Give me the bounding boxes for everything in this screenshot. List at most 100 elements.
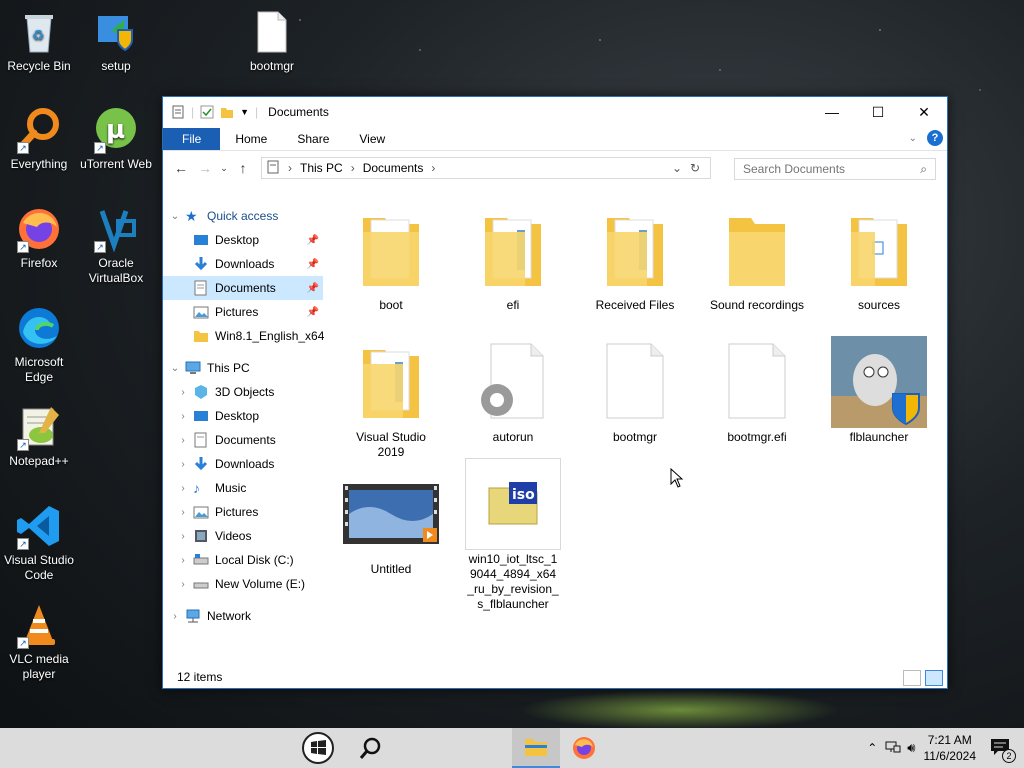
taskbar: ⌃ 🔊︎ 7:21 AM 11/6/2024 2	[0, 728, 1024, 768]
notification-center-button[interactable]: 2	[990, 738, 1016, 763]
nav-pc-pictures[interactable]: › Pictures	[163, 500, 323, 524]
expand-arrow-icon[interactable]: ›	[177, 459, 189, 470]
nav-music[interactable]: › ♪ Music	[163, 476, 323, 500]
nav-qa-win81[interactable]: Win8.1_English_x64	[163, 324, 324, 348]
nav-pc-documents[interactable]: › Documents	[163, 428, 323, 452]
nav-qa-desktop[interactable]: Desktop 📌	[163, 228, 323, 252]
desktop-icon-setup[interactable]: setup	[78, 8, 154, 74]
desktop-icon-vlc[interactable]: ↗ VLC media player	[1, 601, 77, 682]
minimize-button[interactable]: —	[809, 97, 855, 127]
file-item[interactable]: autorun	[465, 336, 561, 445]
desktop-icon-vscode[interactable]: ↗ Visual Studio Code	[1, 502, 77, 583]
file-item[interactable]: Visual Studio 2019	[343, 336, 439, 460]
collapse-arrow-icon[interactable]: ⌄	[169, 363, 181, 374]
tab-share[interactable]: Share	[282, 128, 344, 150]
expand-arrow-icon[interactable]: ›	[177, 507, 189, 518]
file-item[interactable]: efi	[465, 204, 561, 313]
nav-pc-downloads[interactable]: › Downloads	[163, 452, 323, 476]
expand-arrow-icon[interactable]: ›	[169, 611, 181, 622]
recent-locations-button[interactable]: ⌄	[217, 163, 231, 174]
taskbar-file-explorer[interactable]	[512, 728, 560, 768]
nav-qa-documents[interactable]: Documents 📌	[163, 276, 323, 300]
properties-icon[interactable]	[171, 105, 185, 119]
computer-icon	[185, 360, 201, 376]
desktop-icon-bootmgr[interactable]: bootmgr	[234, 8, 310, 74]
desktop-icon-edge[interactable]: Microsoft Edge	[1, 304, 77, 385]
new-folder-icon[interactable]	[220, 105, 234, 119]
status-item-count: 12 items	[177, 670, 223, 684]
videos-icon	[193, 528, 209, 544]
breadcrumb-documents[interactable]: Documents	[363, 161, 424, 175]
nav-pc-desktop[interactable]: › Desktop	[163, 404, 323, 428]
expand-arrow-icon[interactable]: ›	[177, 531, 189, 542]
nav-new-volume[interactable]: › New Volume (E:)	[163, 572, 323, 596]
file-item[interactable]: Received Files	[587, 204, 683, 313]
folder-icon	[343, 204, 439, 296]
file-item[interactable]: boot	[343, 204, 439, 313]
collapse-arrow-icon[interactable]: ⌄	[169, 211, 181, 222]
file-item[interactable]: flblauncher	[831, 336, 927, 445]
search-box[interactable]: ⌕	[734, 158, 936, 180]
nav-videos[interactable]: › Videos	[163, 524, 323, 548]
expand-arrow-icon[interactable]: ›	[177, 435, 189, 446]
nav-qa-downloads[interactable]: Downloads 📌	[163, 252, 323, 276]
expand-ribbon-icon[interactable]: ⌄	[909, 133, 917, 144]
search-button[interactable]	[352, 728, 388, 768]
address-bar[interactable]: › This PC › Documents › ⌄ ↻	[261, 157, 711, 179]
file-item[interactable]: iso win10_iot_ltsc_19044_4894_x64_ru_by_…	[465, 458, 561, 612]
tab-home[interactable]: Home	[220, 128, 282, 150]
virtualbox-icon: ↗	[92, 205, 140, 253]
desktop-icon-virtualbox[interactable]: ↗ Oracle VirtualBox	[78, 205, 154, 286]
desktop-icon-everything[interactable]: ↗ Everything	[1, 106, 77, 172]
file-item[interactable]: Sound recordings	[709, 204, 805, 313]
forward-button[interactable]: →	[193, 160, 217, 176]
nav-3d-objects[interactable]: › 3D Objects	[163, 380, 323, 404]
chevron-down-icon[interactable]: ▼	[240, 107, 249, 117]
large-icons-view-button[interactable]	[925, 670, 943, 686]
windows-logo-icon	[302, 732, 334, 764]
network-status-icon[interactable]	[885, 740, 901, 757]
close-button[interactable]: ✕	[901, 97, 947, 127]
tab-view[interactable]: View	[344, 128, 400, 150]
folder-icon	[465, 204, 561, 296]
svg-text:µ: µ	[106, 115, 125, 145]
expand-arrow-icon[interactable]: ›	[177, 555, 189, 566]
desktop-icon-recycle-bin[interactable]: ♻ Recycle Bin	[1, 8, 77, 74]
nav-quick-access[interactable]: ⌄ ★ Quick access	[163, 204, 323, 228]
title-bar: | ▼ | Documents — ☐ ✕	[163, 97, 947, 127]
desktop-icon-notepadpp[interactable]: ↗ Notepad++	[1, 403, 77, 469]
search-input[interactable]	[743, 162, 913, 176]
file-item[interactable]: Untitled	[343, 468, 439, 577]
breadcrumb-this-pc[interactable]: This PC	[300, 161, 343, 175]
tab-file[interactable]: File	[163, 128, 221, 150]
expand-arrow-icon[interactable]: ›	[177, 411, 189, 422]
clock[interactable]: 7:21 AM 11/6/2024	[924, 732, 977, 764]
expand-arrow-icon[interactable]: ›	[177, 483, 189, 494]
start-button[interactable]	[300, 728, 336, 768]
folder-icon	[193, 328, 209, 344]
help-icon[interactable]: ?	[927, 130, 943, 146]
details-view-button[interactable]	[903, 670, 921, 686]
desktop-icon-firefox[interactable]: ↗ Firefox	[1, 205, 77, 271]
expand-arrow-icon[interactable]: ›	[177, 387, 189, 398]
nav-local-disk[interactable]: › Local Disk (C:)	[163, 548, 323, 572]
taskbar-firefox[interactable]	[564, 728, 604, 768]
nav-qa-pictures[interactable]: Pictures 📌	[163, 300, 323, 324]
file-item[interactable]: bootmgr	[587, 336, 683, 445]
expand-arrow-icon[interactable]: ›	[177, 579, 189, 590]
edge-icon	[15, 304, 63, 352]
desktop-icon-utorrent[interactable]: µ ↗ uTorrent Web	[78, 106, 154, 172]
maximize-button[interactable]: ☐	[855, 97, 901, 127]
volume-icon[interactable]: 🔊︎	[907, 740, 915, 756]
refresh-icon[interactable]: ↻	[690, 161, 700, 175]
address-dropdown-icon[interactable]: ⌄	[672, 161, 682, 175]
show-hidden-icons-button[interactable]: ⌃	[867, 741, 877, 755]
file-item[interactable]: bootmgr.efi	[709, 336, 805, 445]
up-button[interactable]: ↑	[231, 160, 255, 176]
back-button[interactable]: ←	[169, 160, 193, 176]
clock-date: 11/6/2024	[923, 749, 977, 763]
file-item[interactable]: sources	[831, 204, 927, 313]
nav-this-pc[interactable]: ⌄ This PC	[163, 356, 323, 380]
nav-network[interactable]: › Network	[163, 604, 323, 628]
checkmark-icon[interactable]	[200, 105, 214, 119]
